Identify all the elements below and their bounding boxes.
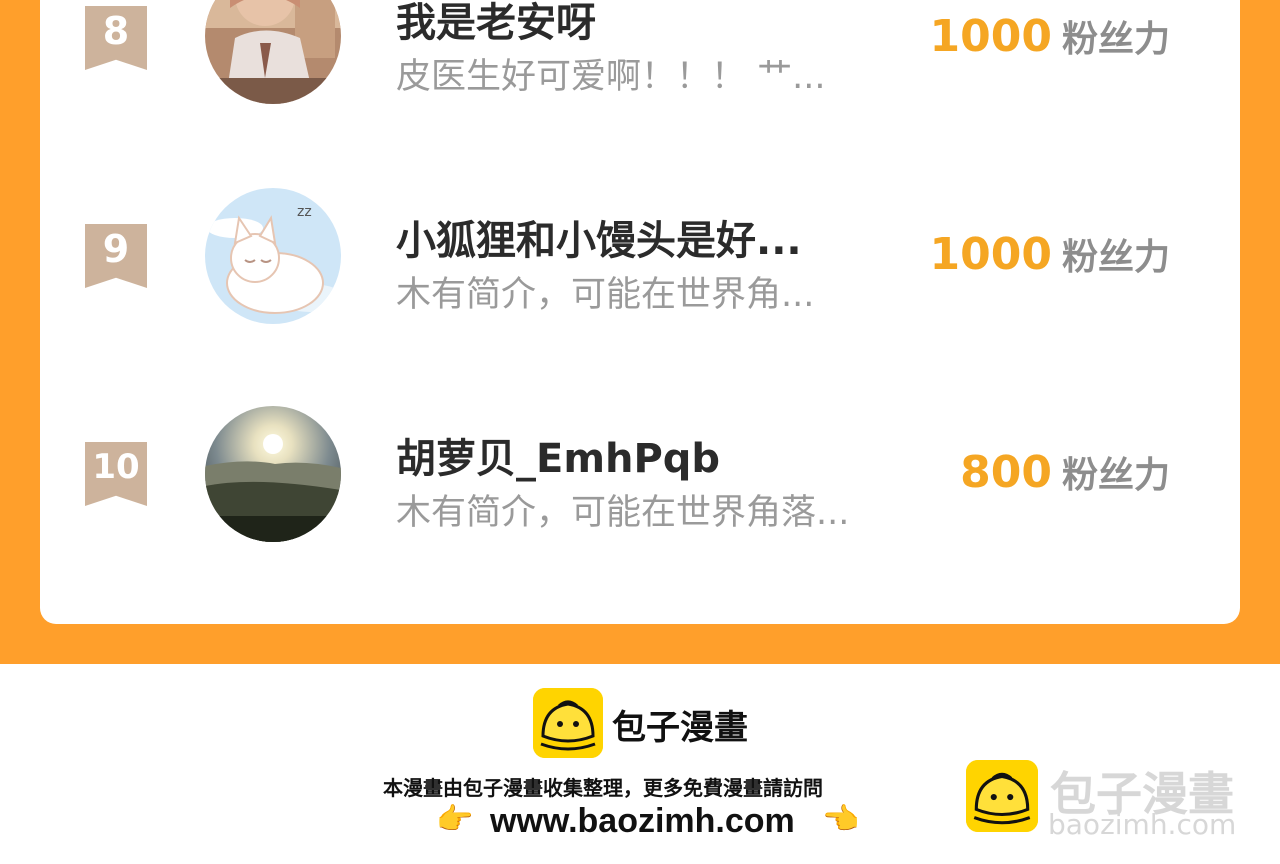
user-name[interactable]: 小狐狸和小馒头是好...: [396, 208, 802, 266]
watermark-logo-icon: [966, 760, 1038, 832]
fans-unit: 粉丝力: [1061, 19, 1170, 60]
fans-power: 1000 粉丝力: [930, 228, 1170, 280]
rank-badge: 9: [85, 224, 147, 288]
list-item[interactable]: 8 我是老安呀 皮医生好可爱啊！！！ 艹... 1000 粉丝力: [40, 0, 1240, 120]
fans-count: 800: [960, 447, 1052, 498]
sunrise-landscape-avatar-icon: [205, 406, 341, 542]
user-bio: 木有简介，可能在世界角落...: [396, 493, 850, 533]
user-name[interactable]: 我是老安呀: [396, 0, 596, 48]
user-bio: 皮医生好可爱啊！！！ 艹...: [396, 57, 826, 97]
rank-badge: 10: [85, 442, 147, 506]
svg-text:zz: zz: [297, 204, 312, 220]
fans-power: 800 粉丝力: [960, 446, 1170, 498]
ranking-card: 8 我是老安呀 皮医生好可爱啊！！！ 艹... 1000 粉丝力 9 zz 小狐…: [40, 0, 1240, 624]
pointing-left-icon: 👈: [822, 802, 860, 837]
brand-name: 包子漫畫: [612, 708, 748, 748]
site-url-link[interactable]: www.baozimh.com: [490, 802, 795, 841]
site-footer: 包子漫畫 本漫畫由包子漫畫收集整理，更多免費漫畫請訪問 👉 www.baozim…: [0, 664, 1280, 864]
anime-girl-avatar-icon: [205, 0, 341, 104]
avatar[interactable]: zz: [205, 188, 341, 324]
footer-notice: 本漫畫由包子漫畫收集整理，更多免費漫畫請訪問: [383, 776, 823, 800]
fans-unit: 粉丝力: [1061, 455, 1170, 496]
fans-unit: 粉丝力: [1061, 237, 1170, 278]
list-item[interactable]: 10 胡萝贝_EmhPqb 木有简介，可能在世界角落... 800 粉丝力: [40, 406, 1240, 556]
ranking-panel: 8 我是老安呀 皮医生好可爱啊！！！ 艹... 1000 粉丝力 9 zz 小狐…: [0, 0, 1280, 664]
user-bio: 木有简介，可能在世界角...: [396, 275, 815, 315]
pointing-right-icon: 👉: [436, 802, 474, 837]
fans-power: 1000 粉丝力: [930, 10, 1170, 62]
rank-badge: 8: [85, 6, 147, 70]
baozi-logo-icon: [533, 688, 603, 758]
sleeping-cat-avatar-icon: zz: [205, 188, 341, 324]
avatar[interactable]: [205, 406, 341, 542]
avatar[interactable]: [205, 0, 341, 104]
fans-count: 1000: [929, 11, 1052, 62]
fans-count: 1000: [929, 229, 1052, 280]
list-item[interactable]: 9 zz 小狐狸和小馒头是好... 木有简介，可能在世界角... 1000 粉丝力: [40, 188, 1240, 338]
watermark-url: baozimh.com: [1048, 808, 1237, 841]
user-name[interactable]: 胡萝贝_EmhPqb: [396, 426, 720, 484]
